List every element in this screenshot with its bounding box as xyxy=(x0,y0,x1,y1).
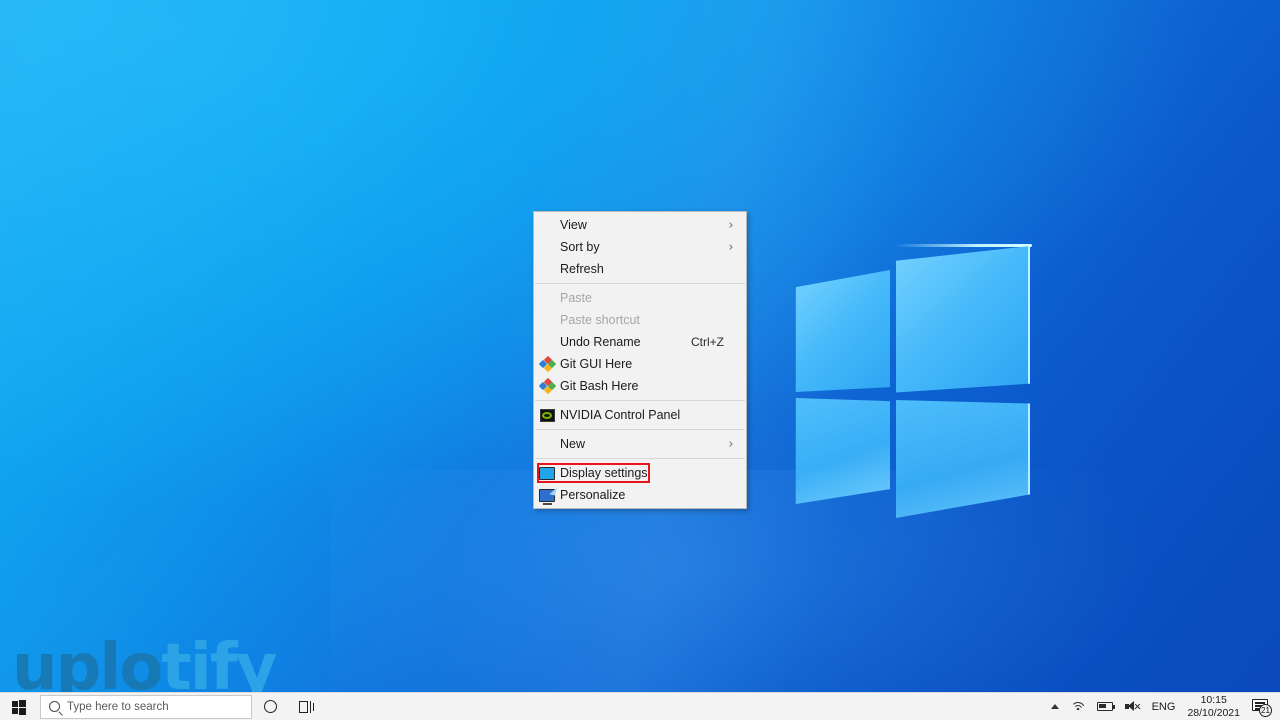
menu-item-icon-slot xyxy=(534,214,560,236)
menu-item-refresh[interactable]: Refresh xyxy=(534,258,746,280)
clock[interactable]: 10:15 28/10/2021 xyxy=(1181,693,1246,720)
clock-date: 28/10/2021 xyxy=(1187,706,1240,719)
menu-item-label: Sort by xyxy=(560,240,600,254)
menu-item-display-settings[interactable]: Display settings xyxy=(534,462,746,484)
menu-item-icon-slot xyxy=(534,258,560,280)
search-icon xyxy=(49,701,60,712)
show-hidden-icons-button[interactable] xyxy=(1045,693,1065,720)
cortana-button[interactable] xyxy=(252,693,288,720)
menu-item-label: Paste xyxy=(560,291,592,305)
system-tray[interactable]: ENG 10:15 28/10/2021 21 xyxy=(1045,693,1280,720)
menu-separator xyxy=(535,458,745,459)
uplotify-watermark: uplotify xyxy=(12,636,277,700)
monitor-icon xyxy=(534,462,560,484)
notification-badge: 21 xyxy=(1259,704,1272,717)
menu-item-label: Git Bash Here xyxy=(560,379,639,393)
menu-item-personalize[interactable]: Personalize xyxy=(534,484,746,506)
menu-item-label: Git GUI Here xyxy=(560,357,633,371)
hero-top-edge xyxy=(894,244,1032,247)
language-indicator[interactable]: ENG xyxy=(1146,693,1182,720)
search-input[interactable]: Type here to search xyxy=(40,694,252,719)
task-view-icon xyxy=(298,700,315,713)
git-icon xyxy=(534,375,560,397)
git-icon xyxy=(534,353,560,375)
battery-button[interactable] xyxy=(1091,693,1119,720)
menu-separator xyxy=(535,283,745,284)
menu-item-label: Undo Rename xyxy=(560,335,641,349)
battery-icon xyxy=(1096,702,1115,711)
volume-button[interactable] xyxy=(1119,693,1146,720)
menu-item-nvidia-control-panel[interactable]: NVIDIA Control Panel xyxy=(534,404,746,426)
network-button[interactable] xyxy=(1065,693,1091,720)
menu-item-new[interactable]: New › xyxy=(534,433,746,455)
hero-pane-top-right xyxy=(896,246,1030,393)
menu-item-undo-rename[interactable]: Undo Rename Ctrl+Z xyxy=(534,331,746,353)
desktop[interactable]: uplotify View › Sort by › Refresh Paste Paste … xyxy=(0,0,1280,720)
menu-item-icon-slot xyxy=(534,433,560,455)
menu-item-icon-slot xyxy=(534,236,560,258)
menu-item-label: NVIDIA Control Panel xyxy=(560,408,681,422)
chevron-right-icon: › xyxy=(728,436,734,452)
menu-item-sort-by[interactable]: Sort by › xyxy=(534,236,746,258)
menu-item-label: New xyxy=(560,437,586,451)
menu-item-label: View xyxy=(560,218,587,232)
menu-item-icon-slot xyxy=(534,309,560,331)
wallpaper-glow xyxy=(330,470,1230,720)
task-view-button[interactable] xyxy=(288,693,324,720)
taskbar[interactable]: Type here to search ENG 10:15 28/10/2021… xyxy=(0,692,1280,720)
notification-icon: 21 xyxy=(1252,699,1272,717)
menu-item-view[interactable]: View › xyxy=(534,214,746,236)
menu-item-label: Display settings xyxy=(560,466,648,480)
menu-item-icon-slot xyxy=(534,287,560,309)
nvidia-icon xyxy=(534,404,560,426)
cortana-circle-icon xyxy=(263,700,277,713)
menu-separator xyxy=(535,400,745,401)
windows-hero-logo xyxy=(786,232,1038,518)
menu-item-git-gui-here[interactable]: Git GUI Here xyxy=(534,353,746,375)
speaker-muted-icon xyxy=(1124,701,1141,712)
action-center-button[interactable]: 21 xyxy=(1246,693,1276,720)
chevron-right-icon: › xyxy=(728,217,734,233)
hero-pane-bottom-left xyxy=(795,398,890,504)
wifi-icon xyxy=(1070,701,1085,712)
menu-item-label: Refresh xyxy=(560,262,604,276)
menu-item-paste: Paste xyxy=(534,287,746,309)
paint-monitor-icon xyxy=(534,484,560,506)
search-placeholder: Type here to search xyxy=(67,700,169,713)
hero-pane-bottom-right xyxy=(896,400,1030,518)
clock-time: 10:15 xyxy=(1200,694,1227,707)
menu-separator xyxy=(535,429,745,430)
chevron-up-icon xyxy=(1050,704,1059,709)
menu-item-icon-slot xyxy=(534,331,560,353)
menu-item-shortcut: Ctrl+Z xyxy=(691,335,724,349)
hero-pane-top-left xyxy=(795,270,890,392)
menu-item-paste-shortcut: Paste shortcut xyxy=(534,309,746,331)
menu-item-label: Personalize xyxy=(560,488,626,502)
windows-logo-icon xyxy=(12,699,26,715)
chevron-right-icon: › xyxy=(728,239,734,255)
menu-item-label: Paste shortcut xyxy=(560,313,640,327)
desktop-context-menu[interactable]: View › Sort by › Refresh Paste Paste shortcut U… xyxy=(533,211,747,509)
menu-item-git-bash-here[interactable]: Git Bash Here xyxy=(534,375,746,397)
start-button[interactable] xyxy=(0,693,38,720)
